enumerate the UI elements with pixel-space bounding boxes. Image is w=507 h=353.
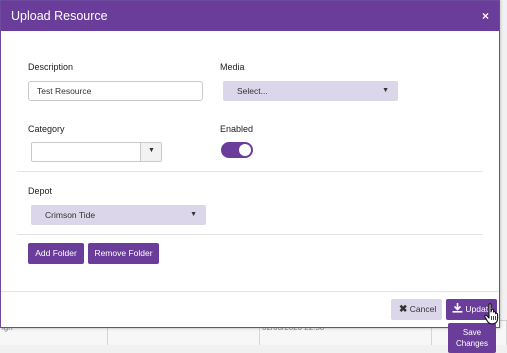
close-icon[interactable]: × bbox=[482, 9, 489, 23]
depot-select-value: Crimson Tide bbox=[45, 210, 96, 220]
category-label: Category bbox=[28, 124, 65, 134]
description-field[interactable]: Test Resource bbox=[28, 81, 203, 101]
depot-select[interactable]: Crimson Tide ▼ bbox=[31, 205, 206, 225]
x-icon: ✖ bbox=[399, 304, 408, 315]
modal-header: Upload Resource × bbox=[1, 1, 499, 31]
media-label: Media bbox=[220, 62, 245, 72]
description-label: Description bbox=[28, 62, 74, 72]
category-select[interactable]: ▼ bbox=[31, 142, 162, 162]
add-folder-button[interactable]: Add Folder bbox=[28, 243, 84, 264]
download-icon bbox=[452, 303, 465, 314]
depot-label: Depot bbox=[28, 186, 53, 196]
upload-resource-modal: Upload Resource × Description Test Resou… bbox=[0, 0, 500, 328]
remove-folder-button[interactable]: Remove Folder bbox=[88, 243, 159, 264]
caret-down-icon: ▼ bbox=[190, 211, 197, 218]
hand-pointer-icon bbox=[484, 303, 500, 327]
media-select[interactable]: Select... ▼ bbox=[223, 81, 398, 101]
category-dropdown-button[interactable]: ▼ bbox=[140, 143, 161, 161]
cancel-button[interactable]: ✖ Cancel bbox=[391, 299, 442, 320]
footer-divider bbox=[1, 291, 499, 292]
save-changes-tooltip: Save Changes bbox=[448, 323, 496, 353]
divider bbox=[17, 171, 483, 172]
caret-down-icon: ▼ bbox=[382, 87, 389, 94]
toggle-knob bbox=[239, 144, 251, 156]
modal-title: Upload Resource bbox=[11, 9, 108, 23]
media-select-value: Select... bbox=[237, 86, 268, 96]
enabled-toggle[interactable] bbox=[221, 142, 253, 158]
divider bbox=[17, 234, 483, 235]
enabled-label: Enabled bbox=[220, 124, 254, 134]
caret-down-icon: ▼ bbox=[148, 147, 155, 154]
cancel-label: Cancel bbox=[409, 304, 437, 314]
